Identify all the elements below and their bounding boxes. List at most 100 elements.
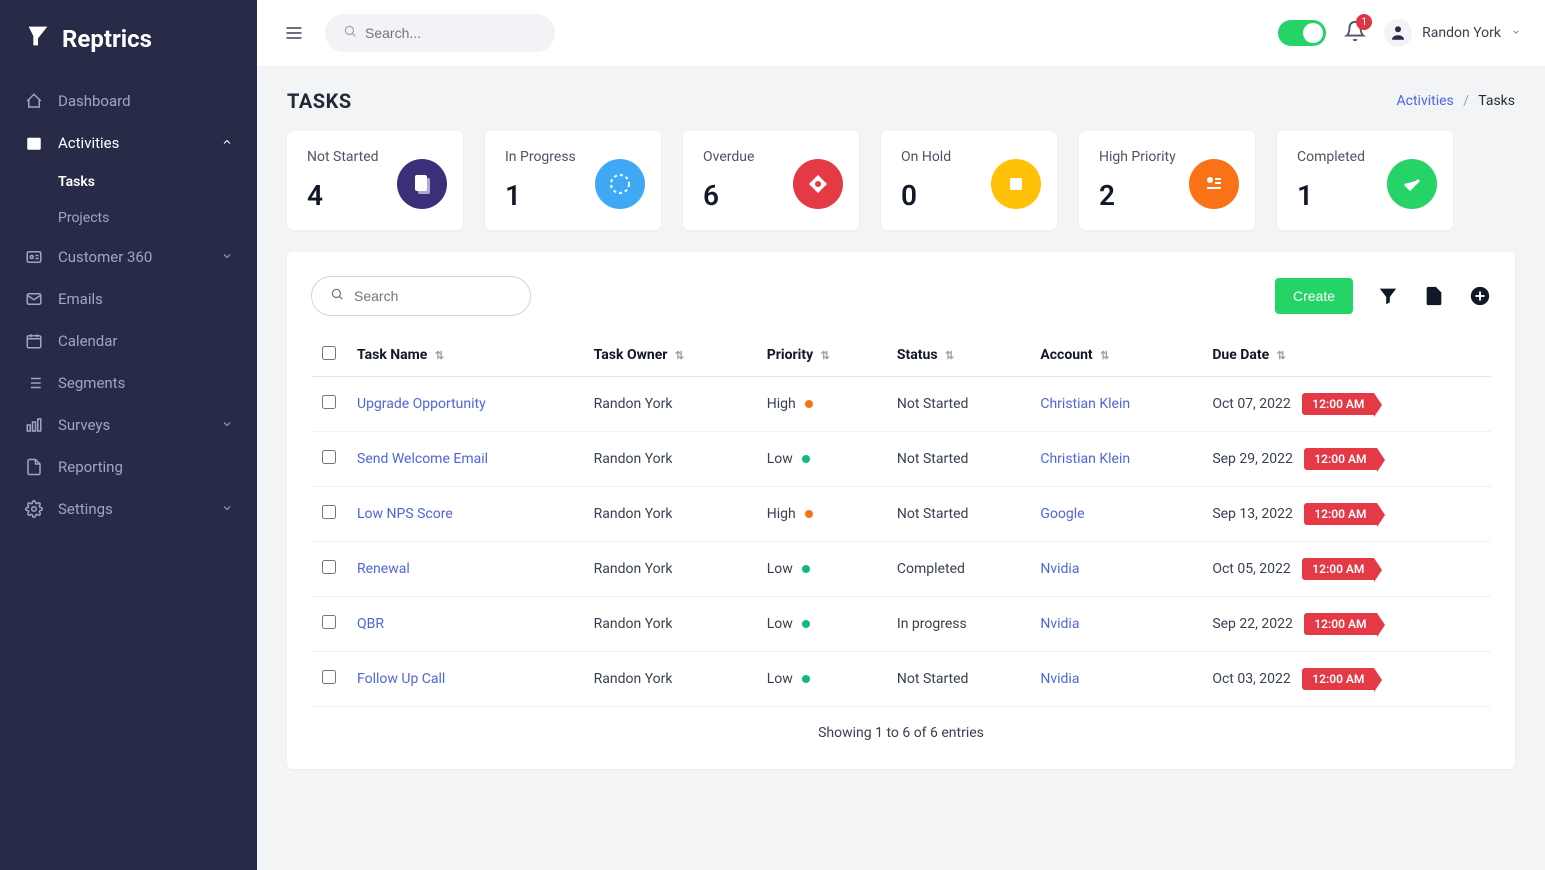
task-name-link[interactable]: Low NPS Score bbox=[357, 506, 453, 522]
stat-card-completed[interactable]: Completed1 bbox=[1277, 131, 1453, 230]
sidebar-subitem-projects[interactable]: Projects bbox=[58, 200, 257, 236]
task-priority: Low bbox=[757, 597, 887, 652]
sidebar-item-reporting[interactable]: Reporting bbox=[0, 446, 257, 488]
chevron-up-icon bbox=[221, 136, 233, 151]
sort-icon: ⇅ bbox=[945, 349, 954, 362]
task-status: Not Started bbox=[887, 487, 1030, 542]
add-button[interactable] bbox=[1469, 285, 1491, 307]
task-status: Not Started bbox=[887, 432, 1030, 487]
brand-name: Reptrics bbox=[62, 25, 152, 53]
stat-card-not-started[interactable]: Not Started4 bbox=[287, 131, 463, 230]
column-header[interactable]: Account ⇅ bbox=[1030, 334, 1202, 377]
due-time-badge: 12:00 AM bbox=[1302, 558, 1374, 580]
due-date: Oct 03, 2022 bbox=[1212, 671, 1290, 687]
calendar-icon bbox=[24, 332, 44, 350]
account-link[interactable]: Nvidia bbox=[1040, 671, 1079, 687]
column-label: Account bbox=[1040, 347, 1092, 363]
task-priority: High bbox=[757, 487, 887, 542]
account-link[interactable]: Nvidia bbox=[1040, 616, 1079, 632]
row-checkbox[interactable] bbox=[322, 670, 336, 684]
sidebar-item-customer-360[interactable]: Customer 360 bbox=[0, 236, 257, 278]
sort-icon: ⇅ bbox=[1100, 349, 1109, 362]
sidebar-item-calendar[interactable]: Calendar bbox=[0, 320, 257, 362]
menu-toggle-button[interactable] bbox=[281, 23, 307, 43]
bell-icon bbox=[1344, 30, 1366, 46]
sidebar-item-emails[interactable]: Emails bbox=[0, 278, 257, 320]
select-all-checkbox[interactable] bbox=[322, 346, 336, 360]
status-toggle[interactable] bbox=[1278, 20, 1326, 46]
filter-button[interactable] bbox=[1377, 285, 1399, 307]
create-button[interactable]: Create bbox=[1275, 278, 1353, 314]
task-name-link[interactable]: Upgrade Opportunity bbox=[357, 396, 486, 412]
sidebar-item-segments[interactable]: Segments bbox=[0, 362, 257, 404]
task-name-link[interactable]: Renewal bbox=[357, 561, 410, 577]
due-time-badge: 12:00 AM bbox=[1302, 668, 1374, 690]
brand-logo-icon bbox=[24, 22, 52, 56]
task-priority: Low bbox=[757, 432, 887, 487]
stat-card-in-progress[interactable]: In Progress1 bbox=[485, 131, 661, 230]
stat-card-overdue[interactable]: Overdue6 bbox=[683, 131, 859, 230]
page-header: TASKS Activities / Tasks bbox=[257, 67, 1545, 131]
task-status: Completed bbox=[887, 542, 1030, 597]
breadcrumb-parent[interactable]: Activities bbox=[1397, 93, 1454, 109]
column-header[interactable]: Task Owner ⇅ bbox=[584, 334, 757, 377]
user-menu[interactable]: Randon York bbox=[1384, 19, 1521, 47]
onhold-icon bbox=[991, 159, 1041, 209]
account-link[interactable]: Nvidia bbox=[1040, 561, 1079, 577]
chevron-down-icon bbox=[1511, 25, 1521, 41]
row-checkbox[interactable] bbox=[322, 395, 336, 409]
id-icon bbox=[24, 248, 44, 266]
column-label: Status bbox=[897, 347, 938, 363]
sidebar-nav: DashboardActivitiesTasksProjectsCustomer… bbox=[0, 80, 257, 550]
row-checkbox[interactable] bbox=[322, 560, 336, 574]
notifications-button[interactable]: 1 bbox=[1344, 20, 1366, 46]
sidebar-item-activities[interactable]: Activities bbox=[0, 122, 257, 164]
search-icon bbox=[343, 24, 357, 42]
table-row: Upgrade OpportunityRandon YorkHigh Not S… bbox=[311, 377, 1491, 432]
sidebar-item-label: Surveys bbox=[58, 416, 207, 434]
sidebar-item-label: Emails bbox=[58, 290, 233, 308]
account-link[interactable]: Google bbox=[1040, 506, 1084, 522]
column-header[interactable]: Due Date ⇅ bbox=[1202, 334, 1491, 377]
sidebar-item-dashboard[interactable]: Dashboard bbox=[0, 80, 257, 122]
priority-dot-icon bbox=[802, 620, 810, 628]
avatar bbox=[1384, 19, 1412, 47]
account-link[interactable]: Christian Klein bbox=[1040, 396, 1130, 412]
sidebar-item-label: Settings bbox=[58, 500, 207, 518]
column-label: Task Owner bbox=[594, 347, 668, 363]
priority-dot-icon bbox=[805, 510, 813, 518]
task-priority: Low bbox=[757, 652, 887, 707]
task-name-link[interactable]: Follow Up Call bbox=[357, 671, 445, 687]
column-header[interactable]: Task Name ⇅ bbox=[347, 334, 584, 377]
stat-card-high-priority[interactable]: High Priority2 bbox=[1079, 131, 1255, 230]
table-row: RenewalRandon YorkLow CompletedNvidiaOct… bbox=[311, 542, 1491, 597]
export-button[interactable] bbox=[1423, 285, 1445, 307]
column-header[interactable]: Status ⇅ bbox=[887, 334, 1030, 377]
global-search-input[interactable] bbox=[365, 25, 537, 41]
row-checkbox[interactable] bbox=[322, 450, 336, 464]
row-checkbox[interactable] bbox=[322, 505, 336, 519]
notification-count-badge: 1 bbox=[1356, 14, 1372, 30]
task-owner: Randon York bbox=[584, 432, 757, 487]
sidebar-item-surveys[interactable]: Surveys bbox=[0, 404, 257, 446]
task-name-link[interactable]: QBR bbox=[357, 616, 384, 632]
global-search[interactable] bbox=[325, 14, 555, 52]
tasks-table: Task Name ⇅Task Owner ⇅Priority ⇅Status … bbox=[311, 334, 1491, 707]
task-name-link[interactable]: Send Welcome Email bbox=[357, 451, 488, 467]
table-search[interactable] bbox=[311, 276, 531, 316]
sidebar-item-label: Calendar bbox=[58, 332, 233, 350]
stat-card-on-hold[interactable]: On Hold0 bbox=[881, 131, 1057, 230]
row-checkbox[interactable] bbox=[322, 615, 336, 629]
task-owner: Randon York bbox=[584, 487, 757, 542]
brand-logo[interactable]: Reptrics bbox=[0, 0, 257, 80]
column-header[interactable]: Priority ⇅ bbox=[757, 334, 887, 377]
account-link[interactable]: Christian Klein bbox=[1040, 451, 1130, 467]
task-owner: Randon York bbox=[584, 377, 757, 432]
table-search-input[interactable] bbox=[354, 288, 512, 304]
priority-dot-icon bbox=[802, 565, 810, 573]
sidebar-item-settings[interactable]: Settings bbox=[0, 488, 257, 530]
priority-dot-icon bbox=[802, 675, 810, 683]
main: 1 Randon York TASKS Activities / Tasks N… bbox=[257, 0, 1545, 870]
sidebar-subitem-tasks[interactable]: Tasks bbox=[58, 164, 257, 200]
home-icon bbox=[24, 92, 44, 110]
